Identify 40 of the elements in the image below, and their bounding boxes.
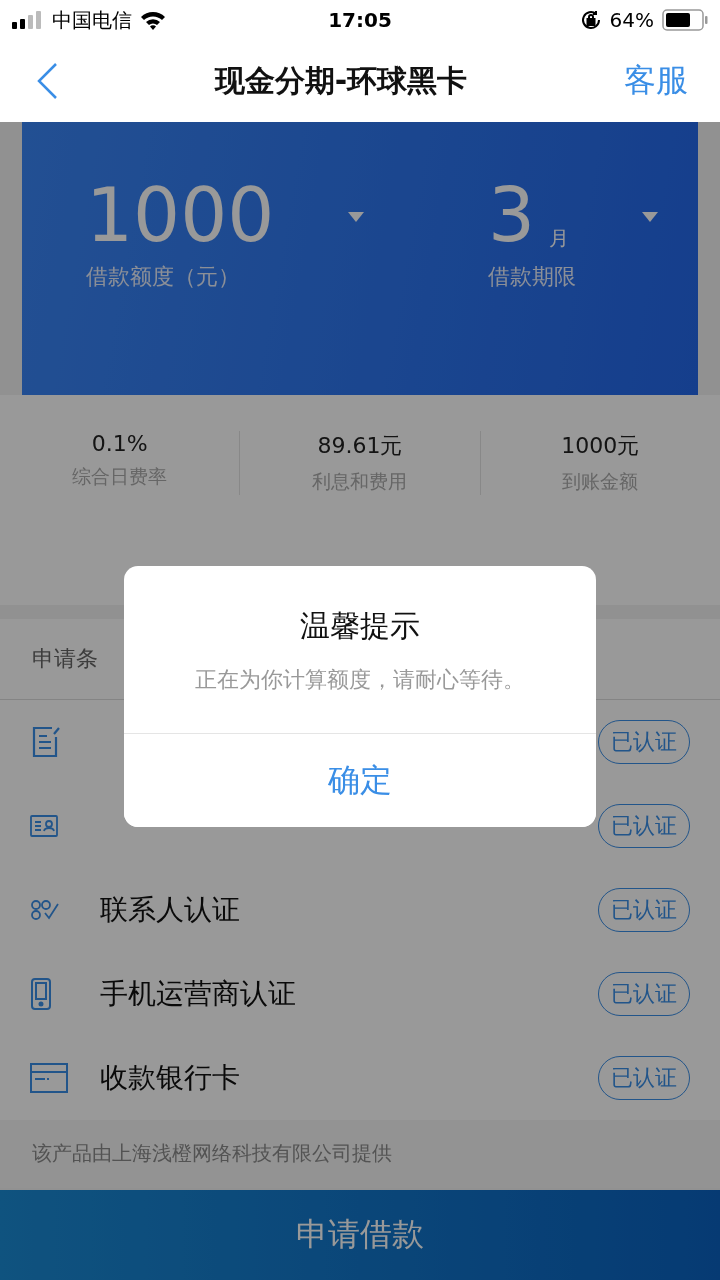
phone-icon	[30, 978, 52, 1010]
contacts-check-icon	[30, 899, 60, 921]
dropdown-caret-icon[interactable]	[348, 212, 365, 222]
wifi-icon	[140, 10, 166, 30]
amount-label: 借款额度（元）	[86, 263, 241, 291]
page-title: 现金分期-环球黑卡	[213, 61, 469, 100]
confirm-button[interactable]: 确定	[124, 733, 596, 827]
apply-loan-button[interactable]: 申请借款	[0, 1190, 720, 1280]
signal-icon	[12, 11, 44, 29]
clock-time: 17:05	[328, 8, 392, 32]
loan-amount: 1000	[86, 178, 275, 252]
section-heading: 申请条	[32, 645, 98, 673]
verified-tag[interactable]: 已认证	[598, 971, 690, 1016]
document-edit-icon	[30, 725, 62, 759]
verification-label: 联系人认证	[100, 892, 240, 926]
verified-tag[interactable]: 已认证	[598, 887, 690, 932]
back-icon	[36, 62, 58, 100]
battery-icon	[662, 9, 708, 31]
term-label: 借款期限	[488, 263, 576, 291]
id-card-icon	[30, 815, 58, 837]
term-unit: 月	[549, 225, 570, 252]
verification-label: 收款银行卡	[100, 1060, 240, 1094]
dialog-title: 温馨提示	[300, 607, 420, 645]
battery-percent: 64%	[609, 8, 654, 32]
verification-label: 手机运营商认证	[100, 976, 296, 1010]
rotation-lock-icon	[579, 9, 602, 31]
dropdown-caret-icon[interactable]	[642, 212, 658, 222]
provider-note: 该产品由上海浅橙网络科技有限公司提供	[32, 1141, 392, 1165]
loan-term: 3	[488, 178, 536, 252]
verified-tag[interactable]: 已认证	[598, 1055, 690, 1100]
carrier-name: 中国电信	[52, 6, 132, 34]
stat-value: 0.1%	[91, 431, 148, 456]
verified-tag[interactable]: 已认证	[598, 803, 690, 848]
bank-card-icon	[30, 1063, 68, 1093]
stat-value: 89.61元	[317, 432, 403, 460]
stat-value: 1000元	[561, 432, 640, 460]
back-button[interactable]	[36, 62, 58, 100]
customer-service-link[interactable]: 客服	[624, 59, 688, 103]
verified-tag[interactable]: 已认证	[598, 719, 690, 764]
dialog-message: 正在为你计算额度，请耐心等待。	[195, 666, 525, 694]
